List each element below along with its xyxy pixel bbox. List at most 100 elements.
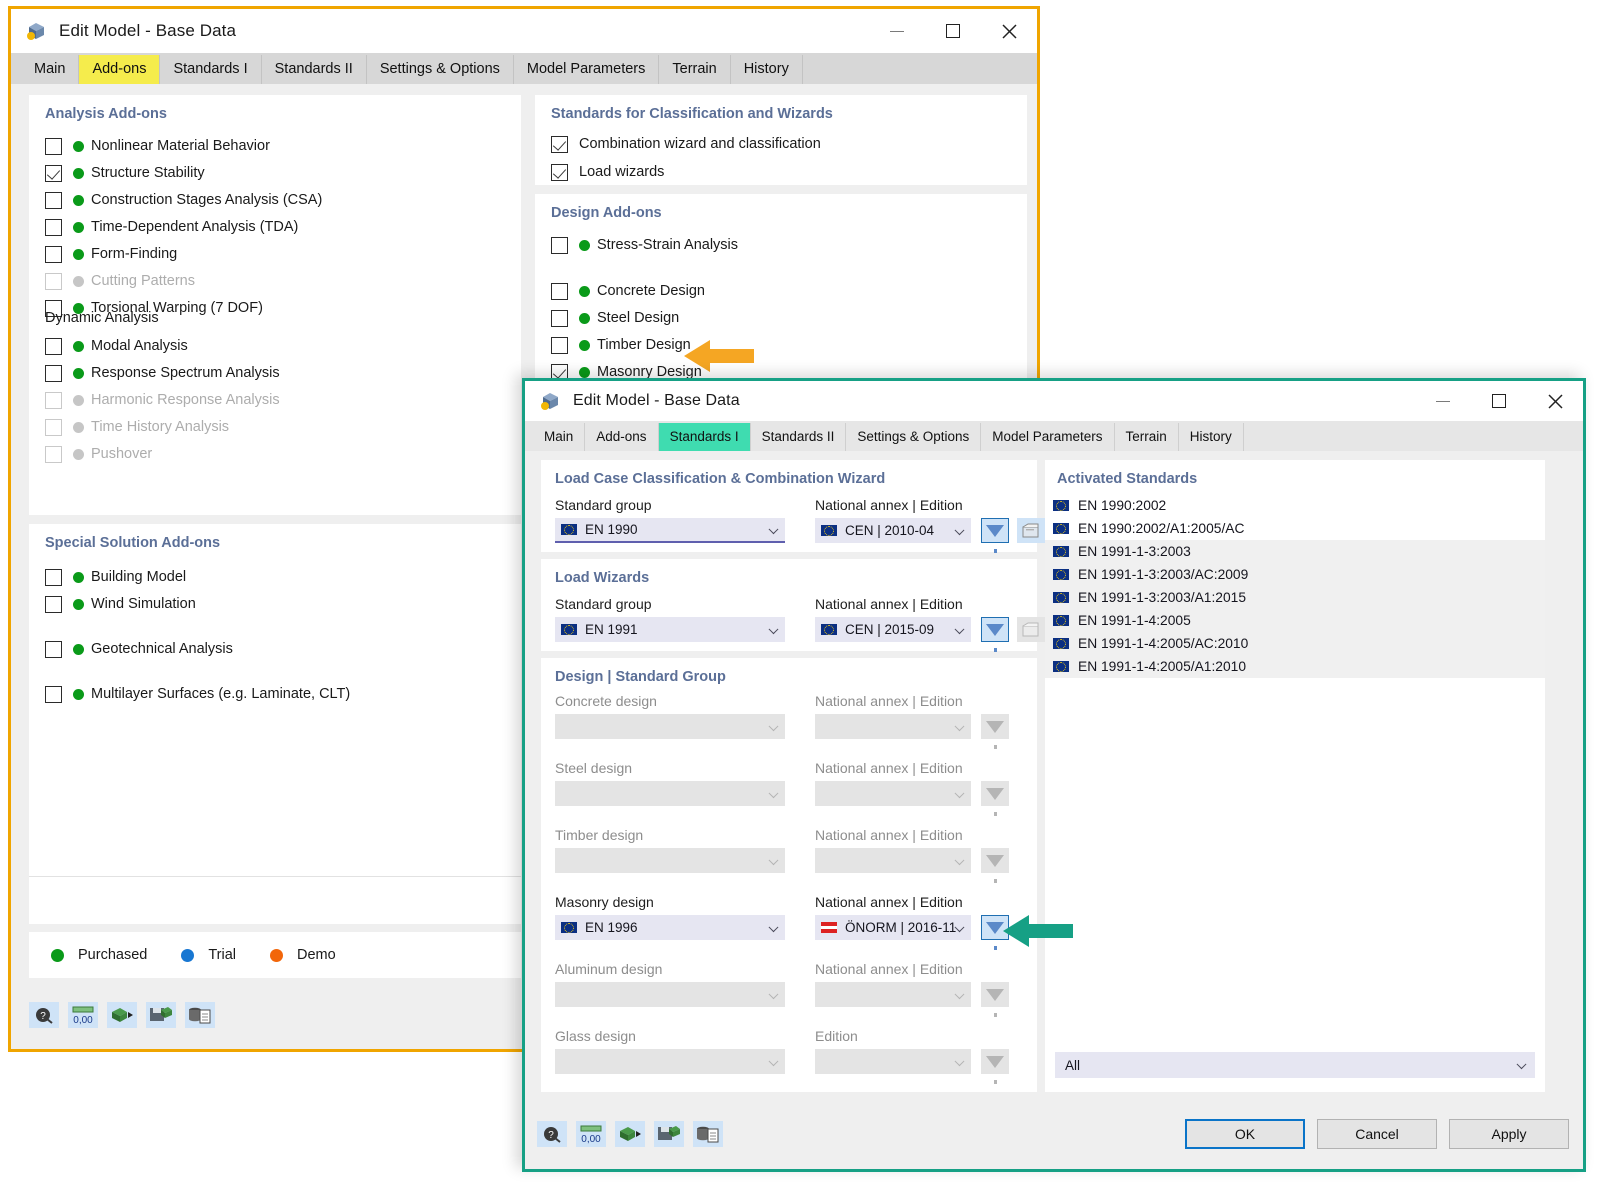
minimize-icon[interactable]: [1415, 381, 1471, 421]
checkbox-row[interactable]: Pushover: [45, 443, 280, 465]
checkbox-construction-stages-analysis-csa[interactable]: [45, 192, 62, 209]
checkbox-row[interactable]: Wind Simulation: [45, 593, 350, 615]
design-row-annex-select[interactable]: ÖNORM | 2016-11: [815, 915, 971, 940]
tab-model-parameters[interactable]: Model Parameters: [981, 423, 1114, 451]
checkbox-row[interactable]: Concrete Design: [551, 280, 738, 302]
tab-main[interactable]: Main: [533, 423, 585, 451]
checkbox-cutting-patterns[interactable]: [45, 273, 62, 290]
tab-standards-ii[interactable]: Standards II: [262, 55, 367, 84]
design-row-standard-select[interactable]: [555, 1049, 785, 1074]
design-row-filter-button[interactable]: [981, 1049, 1009, 1074]
checkbox-time-dependent-analysis-tda[interactable]: [45, 219, 62, 236]
tab-model-parameters[interactable]: Model Parameters: [514, 55, 659, 84]
checkbox-geotechnical-analysis[interactable]: [45, 641, 62, 658]
checkbox-building-model[interactable]: [45, 569, 62, 586]
checkbox-concrete-design[interactable]: [551, 283, 568, 300]
checkbox-structure-stability[interactable]: [45, 165, 62, 182]
activated-standard-item[interactable]: EN 1991-1-3:2003: [1045, 540, 1545, 563]
tab-history[interactable]: History: [1179, 423, 1244, 451]
design-row-standard-select[interactable]: [555, 781, 785, 806]
export-icon[interactable]: [107, 1002, 137, 1028]
checkbox-row[interactable]: Multilayer Surfaces (e.g. Laminate, CLT): [45, 683, 350, 705]
help-icon[interactable]: ?: [29, 1002, 59, 1028]
load-wizards-annex-info-button[interactable]: [1017, 617, 1045, 642]
design-row-filter-button[interactable]: [981, 848, 1009, 873]
checkbox-harmonic-response-analysis[interactable]: [45, 392, 62, 409]
close-icon[interactable]: [1527, 381, 1583, 421]
checkbox-row[interactable]: Geotechnical Analysis: [45, 638, 350, 660]
minimize-icon[interactable]: [869, 9, 925, 53]
checkbox-combination-wizard-and-classification[interactable]: [551, 136, 568, 153]
checkbox-response-spectrum-analysis[interactable]: [45, 365, 62, 382]
checkbox-row[interactable]: Time History Analysis: [45, 416, 280, 438]
checkbox-row[interactable]: Combination wizard and classification: [551, 133, 821, 155]
checkbox-row[interactable]: Response Spectrum Analysis: [45, 362, 280, 384]
design-row-standard-select[interactable]: [555, 982, 785, 1007]
save-as-icon[interactable]: [654, 1121, 684, 1147]
checkbox-row[interactable]: Time-Dependent Analysis (TDA): [45, 216, 322, 238]
window1-bottom-toolbar[interactable]: ?0,00: [29, 1002, 215, 1028]
load-wizards-annex-select[interactable]: CEN | 2015-09: [815, 617, 971, 642]
activated-standard-item[interactable]: EN 1991-1-3:2003/A1:2015: [1045, 586, 1545, 609]
tab-standards-ii[interactable]: Standards II: [751, 423, 847, 451]
tab-settings-options[interactable]: Settings & Options: [367, 55, 514, 84]
tab-add-ons[interactable]: Add-ons: [585, 423, 658, 451]
design-row-annex-select[interactable]: [815, 848, 971, 873]
database-icon[interactable]: [693, 1121, 723, 1147]
maximize-icon[interactable]: [925, 9, 981, 53]
checkbox-row[interactable]: Nonlinear Material Behavior: [45, 135, 322, 157]
checkbox-row[interactable]: Load wizards: [551, 161, 821, 183]
ok-button[interactable]: OK: [1185, 1119, 1305, 1149]
checkbox-modal-analysis[interactable]: [45, 338, 62, 355]
checkbox-row[interactable]: Building Model: [45, 566, 350, 588]
load-case-filter-button[interactable]: [981, 518, 1009, 543]
export-icon[interactable]: [615, 1121, 645, 1147]
design-row-annex-select[interactable]: [815, 781, 971, 806]
apply-button[interactable]: Apply: [1449, 1119, 1569, 1149]
help-icon[interactable]: ?: [537, 1121, 567, 1147]
tab-history[interactable]: History: [731, 55, 803, 84]
cancel-button[interactable]: Cancel: [1317, 1119, 1437, 1149]
load-case-annex-info-button[interactable]: [1017, 518, 1045, 543]
window1-tabstrip[interactable]: MainAdd-onsStandards IStandards IISettin…: [11, 53, 1037, 84]
checkbox-time-history-analysis[interactable]: [45, 419, 62, 436]
checkbox-nonlinear-material-behavior[interactable]: [45, 138, 62, 155]
database-icon[interactable]: [185, 1002, 215, 1028]
checkbox-load-wizards[interactable]: [551, 164, 568, 181]
design-row-filter-button[interactable]: [981, 982, 1009, 1007]
activated-standards-filter-select[interactable]: All: [1055, 1052, 1535, 1078]
design-row-standard-select[interactable]: [555, 714, 785, 739]
checkbox-steel-design[interactable]: [551, 310, 568, 327]
window2-bottom-toolbar[interactable]: ? 0,00: [537, 1121, 723, 1147]
checkbox-wind-simulation[interactable]: [45, 596, 62, 613]
activated-standard-item[interactable]: EN 1991-1-4:2005/AC:2010: [1045, 632, 1545, 655]
load-wizards-standard-group-select[interactable]: EN 1991: [555, 617, 785, 642]
checkbox-row[interactable]: Harmonic Response Analysis: [45, 389, 280, 411]
close-icon[interactable]: [981, 9, 1037, 53]
activated-standard-item[interactable]: EN 1991-1-4:2005/A1:2010: [1045, 655, 1545, 678]
design-row-standard-select[interactable]: [555, 848, 785, 873]
activated-standard-item[interactable]: EN 1990:2002: [1045, 494, 1545, 517]
checkbox-row[interactable]: Steel Design: [551, 307, 738, 329]
activated-standard-item[interactable]: EN 1991-1-4:2005: [1045, 609, 1545, 632]
tab-main[interactable]: Main: [21, 55, 79, 84]
save-as-icon[interactable]: [146, 1002, 176, 1028]
tab-add-ons[interactable]: Add-ons: [79, 55, 160, 84]
checkbox-row[interactable]: Construction Stages Analysis (CSA): [45, 189, 322, 211]
design-row-annex-select[interactable]: [815, 714, 971, 739]
maximize-icon[interactable]: [1471, 381, 1527, 421]
checkbox-row[interactable]: Modal Analysis: [45, 335, 280, 357]
tab-terrain[interactable]: Terrain: [659, 55, 730, 84]
checkbox-pushover[interactable]: [45, 446, 62, 463]
load-wizards-filter-button[interactable]: [981, 617, 1009, 642]
checkbox-row[interactable]: Cutting Patterns: [45, 270, 322, 292]
activated-standard-item[interactable]: EN 1991-1-3:2003/AC:2009: [1045, 563, 1545, 586]
units-icon[interactable]: 0,00: [576, 1121, 606, 1147]
window2-tabstrip[interactable]: MainAdd-onsStandards IStandards IISettin…: [525, 421, 1583, 451]
design-row-filter-button[interactable]: [981, 714, 1009, 739]
checkbox-multilayer-surfaces-e-g-laminate-clt[interactable]: [45, 686, 62, 703]
checkbox-row[interactable]: Structure Stability: [45, 162, 322, 184]
design-row-standard-select[interactable]: EN 1996: [555, 915, 785, 940]
checkbox-form-finding[interactable]: [45, 246, 62, 263]
design-row-annex-select[interactable]: [815, 1049, 971, 1074]
